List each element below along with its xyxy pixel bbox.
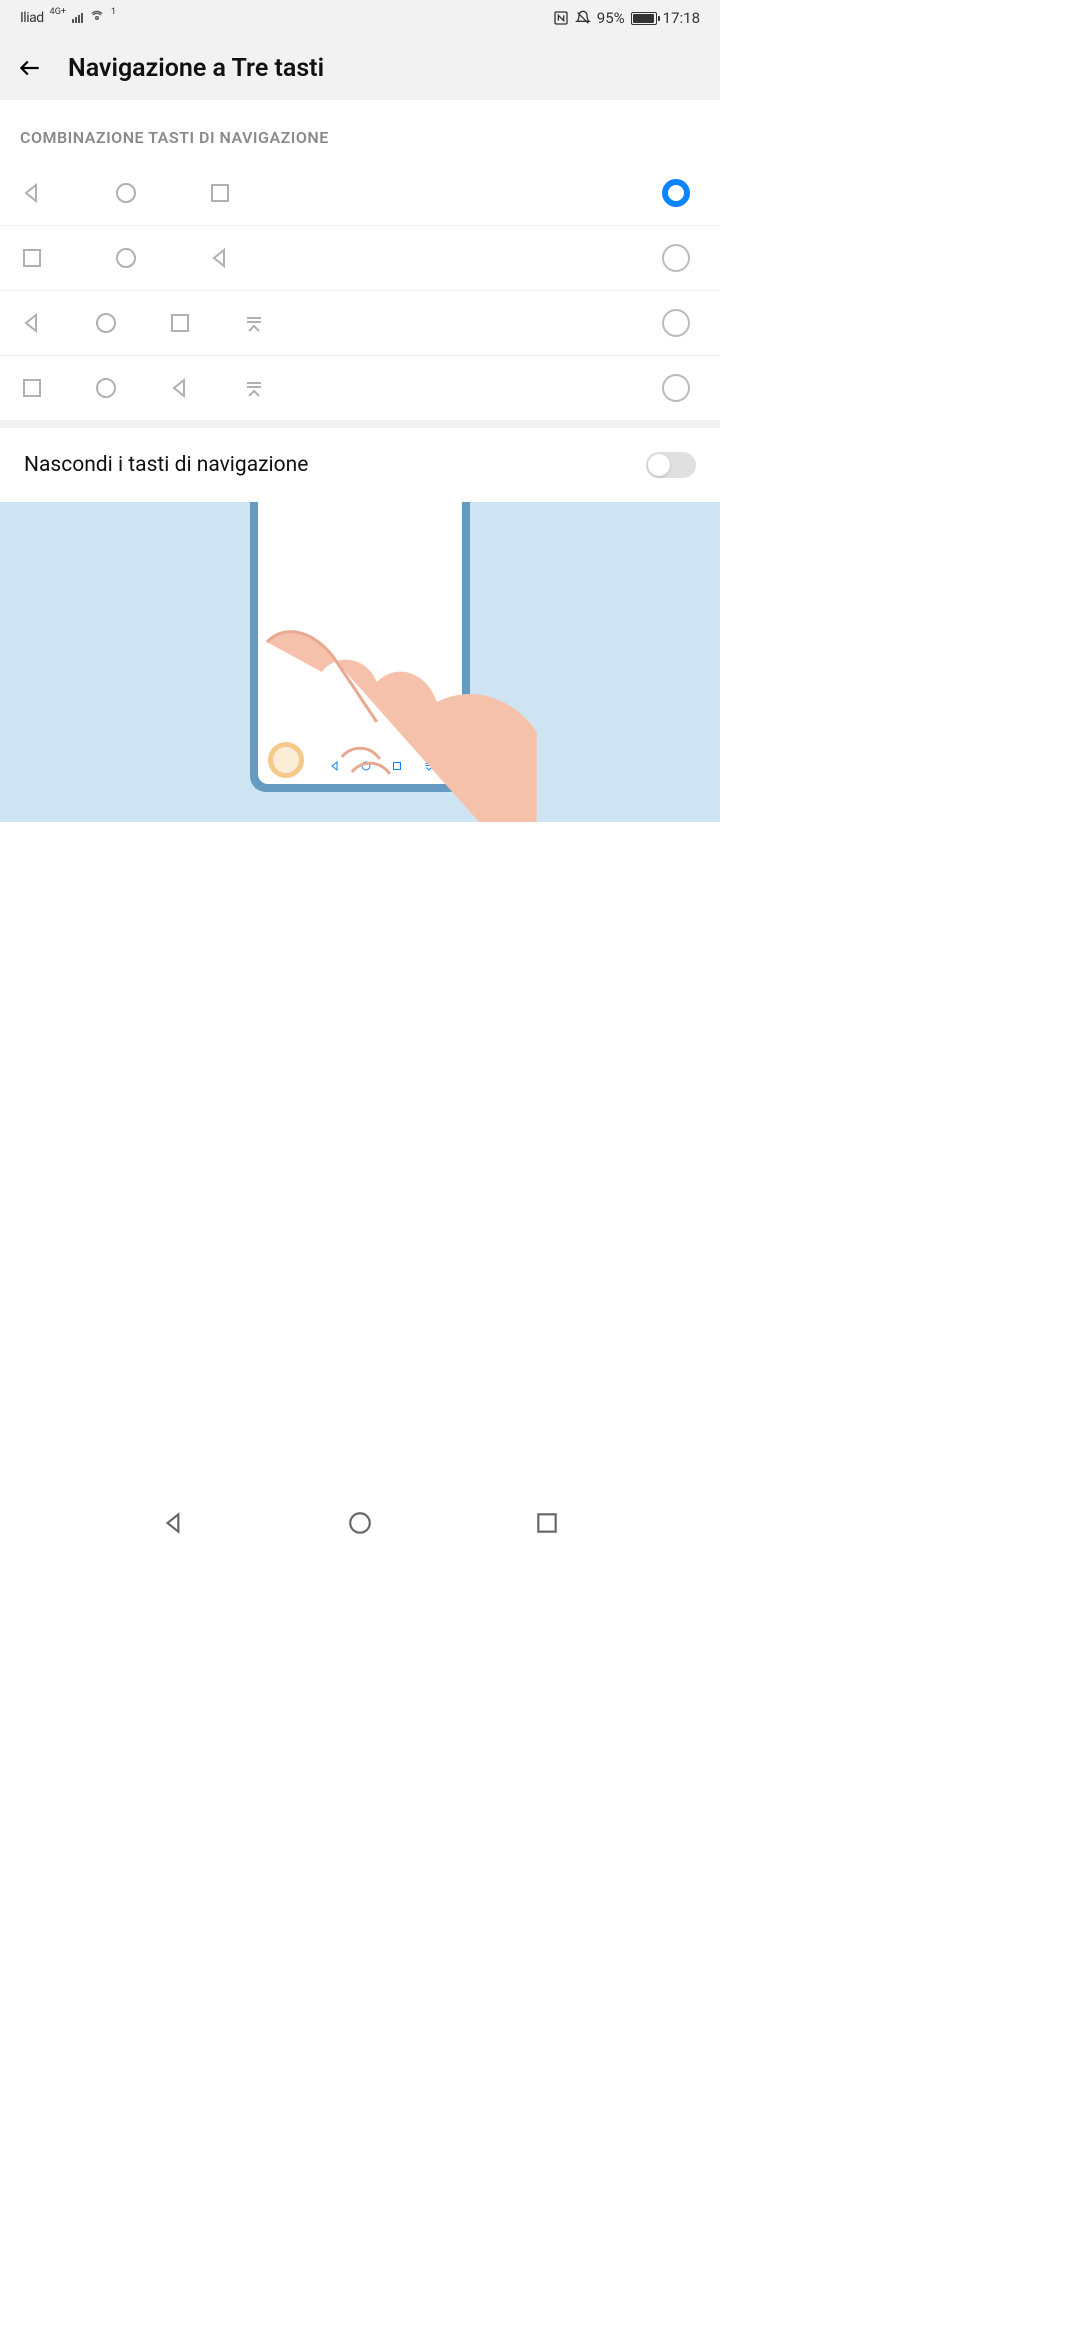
home-circle-icon <box>114 181 138 205</box>
system-nav-bar <box>0 1490 720 1560</box>
status-right: 95% 17:18 <box>553 9 700 27</box>
radio-unselected[interactable] <box>662 374 690 402</box>
home-circle-icon <box>94 376 118 400</box>
nav-combo-option-2[interactable] <box>0 226 720 291</box>
carrier-label: Iliad <box>20 10 44 26</box>
back-triangle-icon <box>161 1510 187 1536</box>
network-badge: 4G+ <box>50 7 66 17</box>
home-circle-icon <box>347 1510 373 1536</box>
hotspot-count: 1 <box>111 7 116 17</box>
page-title: Navigazione a Tre tasti <box>68 54 324 83</box>
radio-unselected[interactable] <box>662 244 690 272</box>
clock: 17:18 <box>663 9 700 27</box>
hide-nav-row[interactable]: Nascondi i tasti di navigazione <box>0 420 720 502</box>
back-triangle-icon <box>20 181 44 205</box>
nfc-icon <box>553 10 569 26</box>
recent-square-icon <box>20 246 44 270</box>
back-button[interactable] <box>16 54 44 82</box>
status-bar: Iliad 4G+ 1 95% 17:18 <box>0 0 720 36</box>
nav-combo-options <box>0 161 720 420</box>
illustration-panel <box>0 502 720 822</box>
combo-keys <box>20 246 232 270</box>
recent-square-icon <box>208 181 232 205</box>
section-combo-label: COMBINAZIONE TASTI DI NAVIGAZIONE <box>0 100 720 161</box>
recent-square-icon <box>168 311 192 335</box>
hide-nav-switch[interactable] <box>646 452 696 478</box>
battery-icon <box>631 12 657 25</box>
hotspot-icon <box>89 10 105 26</box>
back-triangle-icon <box>168 376 192 400</box>
combo-keys <box>20 311 266 335</box>
recent-square-icon <box>20 376 44 400</box>
sys-home-button[interactable] <box>347 1510 373 1540</box>
nav-combo-option-1[interactable] <box>0 161 720 226</box>
dropdown-icon <box>242 311 266 335</box>
sys-back-button[interactable] <box>161 1510 187 1540</box>
battery-percent: 95% <box>597 9 625 27</box>
recent-square-icon <box>534 1510 560 1536</box>
combo-keys <box>20 376 266 400</box>
radio-selected[interactable] <box>662 179 690 207</box>
home-circle-icon <box>114 246 138 270</box>
back-triangle-icon <box>20 311 44 335</box>
dropdown-icon <box>242 376 266 400</box>
combo-keys <box>20 181 232 205</box>
signal-icon <box>72 13 83 23</box>
home-circle-icon <box>94 311 118 335</box>
radio-unselected[interactable] <box>662 309 690 337</box>
hide-nav-label: Nascondi i tasti di navigazione <box>24 453 308 477</box>
dnd-icon <box>575 10 591 26</box>
arrow-left-icon <box>17 55 43 81</box>
status-left: Iliad 4G+ 1 <box>20 10 116 26</box>
back-triangle-icon <box>208 246 232 270</box>
nav-combo-option-4[interactable] <box>0 356 720 420</box>
hand-icon <box>197 612 537 822</box>
app-header: Navigazione a Tre tasti <box>0 36 720 100</box>
sys-recent-button[interactable] <box>534 1510 560 1540</box>
nav-combo-option-3[interactable] <box>0 291 720 356</box>
